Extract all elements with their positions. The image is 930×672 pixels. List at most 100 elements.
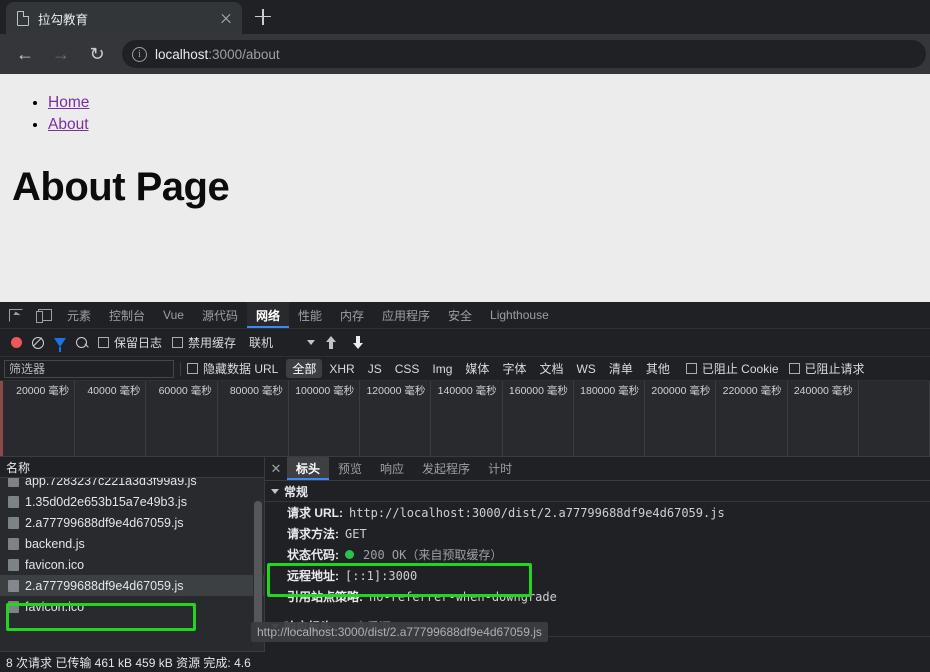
filter-chip-media[interactable]: 媒体: [459, 359, 495, 378]
filter-chip-css[interactable]: CSS: [389, 361, 426, 377]
preserve-log-label: 保留日志: [114, 336, 163, 350]
device-toolbar-icon[interactable]: [30, 302, 58, 328]
throttle-select[interactable]: 联机: [241, 329, 316, 356]
timeline-tick: 20000 毫秒: [4, 381, 76, 456]
timeline-tick: 100000 毫秒: [289, 381, 361, 456]
close-icon[interactable]: ✕: [265, 457, 287, 480]
table-row[interactable]: app.7283237c221a3d3f99a9.js: [0, 478, 264, 491]
filter-chip-font[interactable]: 字体: [496, 359, 532, 378]
filter-chip-manifest[interactable]: 清单: [603, 359, 639, 378]
tab-lighthouse[interactable]: Lighthouse: [481, 302, 558, 328]
tab-preview[interactable]: 预览: [329, 457, 371, 480]
download-arrow-icon[interactable]: [342, 329, 369, 356]
table-row[interactable]: favicon.ico: [0, 554, 264, 575]
plus-icon[interactable]: [248, 2, 278, 32]
general-section-header[interactable]: 常规: [265, 481, 930, 502]
tab-elements[interactable]: 元素: [58, 302, 100, 328]
file-icon: [8, 579, 19, 592]
filter-chip-js[interactable]: JS: [362, 361, 388, 377]
blocked-cookies-checkbox[interactable]: 已阻止 Cookie: [685, 360, 779, 377]
table-row[interactable]: 1.35d0d2e653b15a7e49b3.js: [0, 491, 264, 512]
url-tooltip: http://localhost:3000/dist/2.a77799688df…: [251, 622, 548, 642]
table-row[interactable]: favicon.ico: [0, 596, 264, 617]
devtools-tabbar: 元素 控制台 Vue 源代码 网络 性能 内存 应用程序 安全 Lighthou…: [0, 302, 930, 329]
filter-chip-ws[interactable]: WS: [570, 361, 601, 377]
record-circle-icon[interactable]: [6, 329, 27, 356]
divider: [180, 361, 181, 376]
info-circle-icon[interactable]: i: [132, 46, 147, 62]
reload-icon[interactable]: ↻: [80, 37, 114, 71]
blocked-requests-checkbox[interactable]: 已阻止请求: [788, 360, 865, 377]
tab-memory[interactable]: 内存: [331, 302, 373, 328]
tab-sources[interactable]: 源代码: [193, 302, 247, 328]
request-name: favicon.ico: [25, 557, 85, 572]
timeline-tick: 60000 毫秒: [146, 381, 218, 456]
row-value: [::1]:3000: [345, 569, 418, 583]
file-icon: [8, 558, 19, 571]
filter-chip-other[interactable]: 其他: [640, 359, 676, 378]
request-name: 1.35d0d2e653b15a7e49b3.js: [25, 494, 187, 509]
checkbox-box: [172, 337, 184, 348]
chevron-down-icon: [271, 488, 279, 494]
arrow-left-icon[interactable]: ←: [8, 37, 42, 71]
status-ok-dot-icon: [345, 550, 354, 559]
timeline-tick: [859, 381, 930, 456]
tab-headers[interactable]: 标头: [287, 457, 330, 480]
filter-chip-doc[interactable]: 文档: [533, 359, 569, 378]
preserve-log-checkbox[interactable]: 保留日志: [93, 329, 167, 356]
scrollbar-thumb[interactable]: [254, 501, 262, 627]
row-key: 请求方法:: [287, 527, 339, 541]
tab-initiator[interactable]: 发起程序: [413, 457, 479, 480]
upload-arrow-icon[interactable]: [315, 329, 342, 356]
hide-data-urls-label: 隐藏数据 URL: [203, 362, 279, 376]
filter-chip-all[interactable]: 全部: [286, 359, 323, 378]
tab-response[interactable]: 响应: [371, 457, 413, 480]
clear-circle-slash-icon[interactable]: [27, 329, 49, 356]
browser-tab-title: 拉勾教育: [38, 12, 89, 27]
tab-timing[interactable]: 计时: [479, 457, 521, 480]
network-timeline-overview[interactable]: 20000 毫秒 40000 毫秒 60000 毫秒 80000 毫秒 1000…: [0, 381, 930, 457]
network-filterbar: 隐藏数据 URL 全部 XHR JS CSS Img 媒体 字体 文档 WS 清…: [0, 357, 930, 381]
page-icon: [14, 10, 30, 26]
file-icon: [8, 478, 19, 487]
funnel-filter-icon[interactable]: [49, 329, 71, 356]
throttle-value: 联机: [249, 336, 274, 350]
tab-network[interactable]: 网络: [246, 302, 289, 328]
browser-tab[interactable]: 拉勾教育: [6, 2, 242, 34]
table-row[interactable]: 2.a77799688df9e4d67059.js: [0, 512, 264, 533]
hide-data-urls-checkbox[interactable]: 隐藏数据 URL: [187, 360, 278, 377]
tab-application[interactable]: 应用程序: [373, 302, 439, 328]
table-row[interactable]: backend.js: [0, 533, 264, 554]
blocked-cookies-label: 已阻止 Cookie: [701, 362, 779, 376]
search-icon[interactable]: [71, 329, 93, 356]
requests-column-header[interactable]: 名称: [0, 457, 264, 478]
request-name: backend.js: [25, 536, 85, 551]
file-icon: [8, 537, 19, 550]
page-link-about[interactable]: About: [48, 116, 89, 133]
close-icon[interactable]: [218, 10, 234, 26]
tab-performance[interactable]: 性能: [289, 302, 331, 328]
tab-security[interactable]: 安全: [439, 302, 481, 328]
filter-input[interactable]: [4, 359, 174, 378]
detail-row-status-code: 状态代码: 200 OK（来自预取缓存）: [265, 544, 930, 565]
requests-pane: 名称 app.7283237c221a3d3f99a9.js 1.35d0d2e…: [0, 457, 265, 656]
detail-row-request-method: 请求方法: GET: [265, 523, 930, 544]
table-row-selected[interactable]: 2.a77799688df9e4d67059.js: [0, 575, 264, 596]
disable-cache-checkbox[interactable]: 禁用缓存: [167, 329, 241, 356]
address-bar[interactable]: i localhost:3000/about: [122, 40, 926, 68]
tab-vue[interactable]: Vue: [154, 302, 193, 328]
detail-row-request-url: 请求 URL: http://localhost:3000/dist/2.a77…: [265, 502, 930, 523]
timeline-tick: 160000 毫秒: [503, 381, 574, 456]
page-link-home[interactable]: Home: [48, 94, 89, 111]
page-title: About Page: [12, 164, 230, 209]
tab-console[interactable]: 控制台: [100, 302, 154, 328]
filter-chip-img[interactable]: Img: [426, 361, 458, 377]
timeline-tick: 180000 毫秒: [574, 381, 646, 456]
requests-list[interactable]: app.7283237c221a3d3f99a9.js 1.35d0d2e653…: [0, 478, 264, 656]
filter-chip-xhr[interactable]: XHR: [323, 361, 360, 377]
row-key: 请求 URL:: [287, 506, 343, 520]
network-statusbar: 8 次请求 已传输 461 kB 459 kB 资源 完成: 4.6: [0, 651, 265, 672]
disable-cache-label: 禁用缓存: [188, 336, 237, 350]
arrow-right-icon[interactable]: →: [44, 37, 78, 71]
inspect-element-icon[interactable]: [2, 302, 30, 328]
